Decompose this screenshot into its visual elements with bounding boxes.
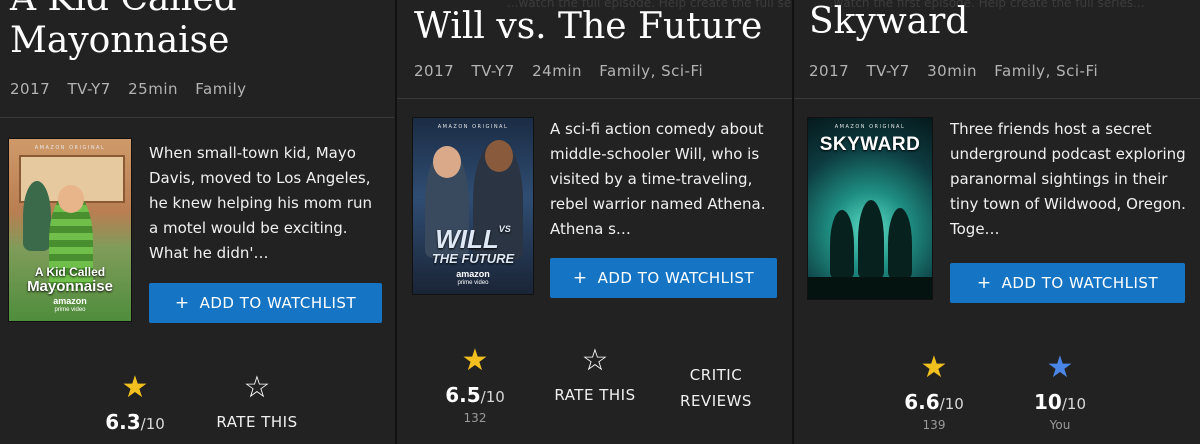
poster-image[interactable]: AMAZON ORIGINAL A Kid Called Mayonnaise …: [9, 139, 131, 321]
poster-ground: [808, 277, 932, 299]
poster-title-line-2: THE FUTURE: [431, 251, 515, 266]
rate-this-button[interactable]: ☆ RATE THIS: [205, 372, 309, 434]
description: A sci-fi action comedy about middle-scho…: [550, 120, 766, 238]
meta-duration: 30min: [927, 62, 978, 80]
rate-this-label: RATE THIS: [554, 386, 636, 404]
poster-brand: amazon: [456, 269, 490, 279]
vote-count: 132: [463, 411, 487, 425]
poster-title-line-1: A Kid Called: [34, 265, 106, 279]
card-title[interactable]: Skyward: [809, 1, 968, 43]
divider: [794, 98, 1200, 99]
poster-image[interactable]: AMAZON ORIGINAL SKYWARD: [808, 118, 932, 299]
vote-count: 139: [922, 418, 946, 432]
meta-duration: 25min: [128, 80, 179, 98]
meta-year: 2017: [809, 62, 850, 80]
poster-brand-sub: prime video: [457, 280, 489, 286]
poster-figure-right: [888, 208, 912, 280]
plus-icon: +: [976, 273, 992, 293]
rating-value: 6.3/10: [105, 410, 165, 434]
title-card-skyward: ...watch the first episode. Help create …: [794, 0, 1200, 444]
star-filled-icon: ★: [461, 343, 489, 378]
title-meta: 2017 TV-Y7 24min Family, Sci-Fi: [414, 62, 715, 80]
rating-value: 6.5/10: [445, 383, 505, 407]
add-to-watchlist-button[interactable]: + ADD TO WATCHLIST: [149, 283, 382, 323]
rate-this-label: RATE THIS: [216, 413, 298, 431]
divider: [0, 117, 394, 118]
divider: [397, 98, 792, 99]
imdb-rating: ★ 6.6/10 139: [894, 350, 974, 433]
meta-genres: Family, Sci-Fi: [599, 62, 704, 80]
title-meta: 2017 TV-Y7 30min Family, Sci-Fi: [809, 62, 1110, 80]
star-filled-icon: ★: [121, 370, 149, 405]
user-rating-label: You: [1049, 418, 1071, 432]
card-title[interactable]: Will vs. The Future: [414, 6, 762, 48]
plus-icon: +: [572, 268, 588, 288]
imdb-rating: ★ 6.5/10 132: [435, 343, 515, 426]
poster-top-text: AMAZON ORIGINAL: [437, 124, 509, 130]
poster-girl-face: [433, 146, 461, 178]
card-title[interactable]: A Kid Called Mayonnaise: [10, 0, 237, 62]
title-line-1: A Kid Called: [10, 0, 237, 19]
critic-reviews-button[interactable]: CRITIC REVIEWS: [671, 362, 761, 414]
meta-genres: Family: [195, 80, 247, 98]
watchlist-label: ADD TO WATCHLIST: [1001, 274, 1159, 292]
watchlist-label: ADD TO WATCHLIST: [597, 269, 755, 287]
user-rating-value: 10/10: [1034, 390, 1086, 414]
meta-rating: TV-Y7: [67, 80, 111, 98]
poster-title: SKYWARD: [819, 134, 921, 155]
meta-year: 2017: [10, 80, 51, 98]
poster-top-text: AMAZON ORIGINAL: [834, 124, 906, 130]
poster-image[interactable]: AMAZON ORIGINAL WILLVS THE FUTURE amazon…: [413, 118, 533, 294]
meta-year: 2017: [414, 62, 455, 80]
star-outline-icon: ☆: [581, 343, 609, 378]
meta-genres: Family, Sci-Fi: [994, 62, 1099, 80]
poster-title-line-2: Mayonnaise: [27, 278, 113, 295]
title-card-a-kid-called-mayonnaise: A Kid Called Mayonnaise 2017 TV-Y7 25min…: [0, 0, 394, 444]
star-outline-icon: ☆: [243, 370, 271, 405]
meta-rating: TV-Y7: [866, 62, 910, 80]
plus-icon: +: [174, 293, 190, 313]
poster-kid-face: [58, 185, 84, 213]
poster-top-text: AMAZON ORIGINAL: [34, 145, 106, 151]
critic-label-line-2: REVIEWS: [680, 392, 752, 410]
description: Three friends host a secret underground …: [950, 120, 1186, 238]
title-meta: 2017 TV-Y7 25min Family: [10, 80, 259, 98]
critic-label-line-1: CRITIC: [689, 366, 743, 384]
meta-rating: TV-Y7: [471, 62, 515, 80]
title-card-will-vs-the-future: ...watch the full episode. Help create t…: [397, 0, 792, 444]
description: When small-town kid, Mayo Davis, moved t…: [149, 144, 372, 262]
meta-duration: 24min: [532, 62, 583, 80]
add-to-watchlist-button[interactable]: + ADD TO WATCHLIST: [950, 263, 1185, 303]
poster-boy-face: [485, 140, 513, 172]
poster-figure-mom: [23, 181, 51, 251]
add-to-watchlist-button[interactable]: + ADD TO WATCHLIST: [550, 258, 777, 298]
poster-brand: amazon: [53, 296, 87, 306]
title-line-2: Mayonnaise: [10, 20, 230, 61]
star-user-icon: ★: [1046, 350, 1074, 385]
rating-value: 6.6/10: [904, 390, 964, 414]
poster-figure-left: [830, 210, 854, 280]
rate-this-button[interactable]: ☆ RATE THIS: [543, 345, 647, 407]
star-filled-icon: ★: [920, 350, 948, 385]
imdb-rating: ★ 6.3/10: [95, 370, 175, 435]
watchlist-label: ADD TO WATCHLIST: [199, 294, 357, 312]
your-rating-button[interactable]: ★ 10/10 You: [1020, 350, 1100, 433]
poster-figure-center: [858, 200, 884, 280]
poster-brand-sub: prime video: [54, 307, 86, 313]
